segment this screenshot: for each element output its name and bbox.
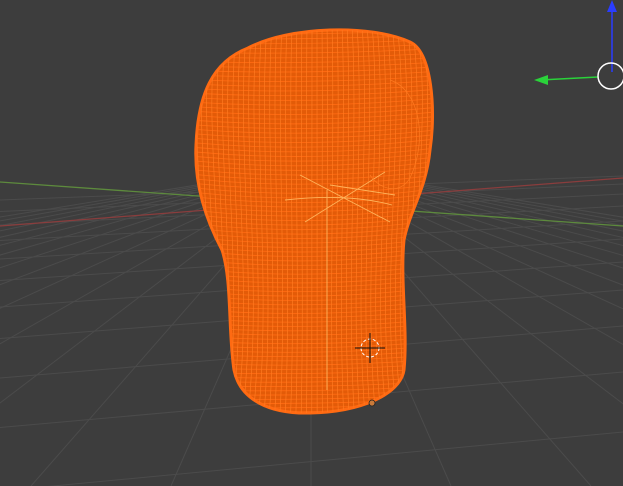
object-origin-dot-icon[interactable] [368, 399, 376, 407]
navigation-gizmo[interactable] [534, 0, 623, 90]
y-axis-line-gizmo [539, 76, 599, 81]
z-axis-arrow-icon[interactable] [607, 0, 617, 12]
wireframe-mesh[interactable] [183, 25, 446, 420]
view-orbit-circle-icon[interactable] [597, 62, 623, 90]
viewport-canvas[interactable] [0, 0, 623, 486]
y-axis-arrow-icon[interactable] [534, 75, 548, 85]
3d-viewport[interactable] [0, 0, 623, 486]
